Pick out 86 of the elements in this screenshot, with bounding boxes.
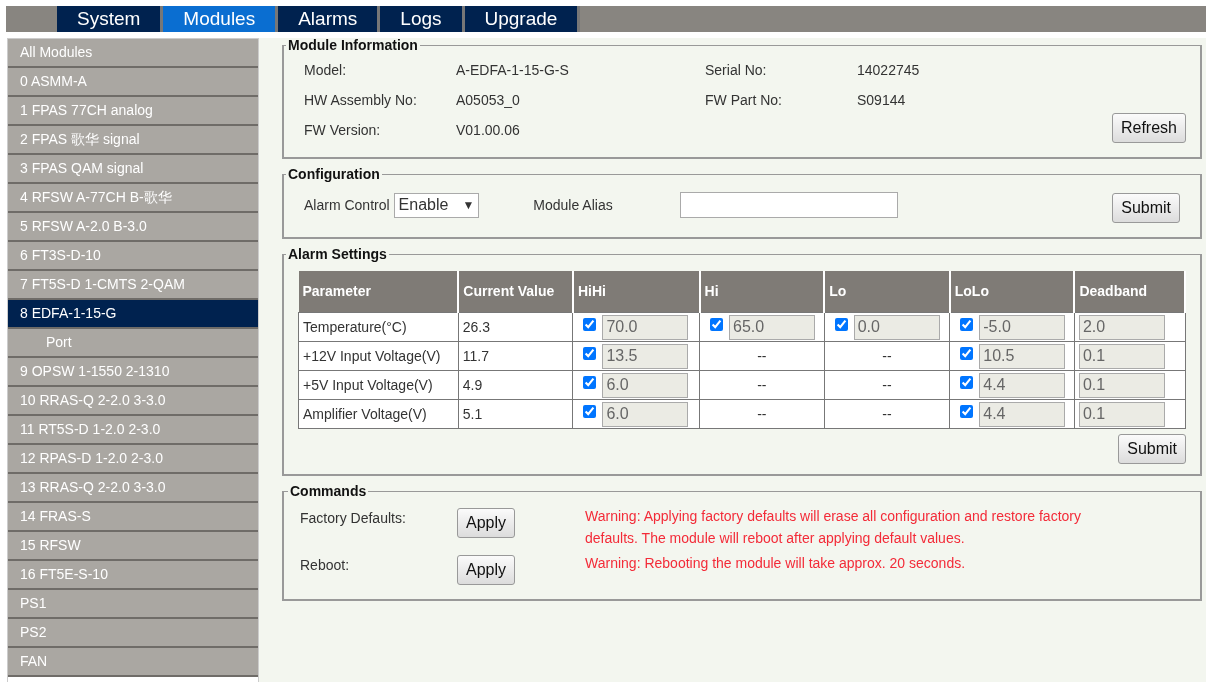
field-label: Factory Defaults:: [300, 509, 407, 528]
table-cell: 4.9: [458, 370, 573, 400]
warning-text: Warning: Applying factory defaults will erase all configuration and restore factory defaults. The module will reboot after applying default values.: [585, 507, 1082, 548]
section-title: Configuration: [287, 167, 381, 181]
table-cell: 11.7: [458, 341, 573, 371]
column-header: LoLo: [949, 271, 1075, 313]
nav-tab[interactable]: Modules: [163, 6, 279, 32]
sidebar-item[interactable]: 11 RT5S-D 1-2.0 2-3.0: [8, 416, 258, 445]
column-header: HiHi: [572, 271, 700, 313]
field-value: A05053_0: [456, 91, 521, 110]
apply-button[interactable]: Apply: [457, 508, 516, 538]
nav-tab[interactable]: Upgrade: [464, 6, 581, 32]
sidebar-item[interactable]: 15 RFSW: [8, 532, 258, 561]
sidebar-item[interactable]: All Modules: [8, 39, 258, 68]
sidebar-item[interactable]: 13 RRAS-Q 2-2.0 3-3.0: [8, 474, 258, 503]
nav-tab[interactable]: System: [57, 6, 164, 32]
table-cell: --: [699, 341, 825, 371]
sidebar-item[interactable]: 6 FT3S-D-10: [8, 242, 258, 271]
sidebar-item[interactable]: 4 RFSW A-77CH B-歌华: [8, 184, 258, 213]
checkbox[interactable]: [710, 317, 723, 331]
sidebar-item[interactable]: 1 FPAS 77CH analog: [8, 97, 258, 126]
field-label: Alarm Control: [304, 195, 390, 215]
sidebar-item[interactable]: 2 FPAS 歌华 signal: [8, 126, 258, 155]
alias-input[interactable]: [679, 192, 898, 218]
sidebar-item[interactable]: PS1: [8, 590, 258, 619]
sidebar-item[interactable]: 12 RPAS-D 1-2.0 2-3.0: [8, 445, 258, 474]
checkbox[interactable]: [834, 317, 848, 331]
field-value: 14022745: [857, 61, 921, 80]
table-cell: --: [699, 399, 825, 429]
submit-button[interactable]: Submit: [1112, 193, 1180, 223]
table-cell: --: [824, 370, 950, 400]
table-cell: 26.3: [458, 312, 573, 342]
checkbox[interactable]: [583, 375, 597, 389]
table-cell: Amplifier Voltage(V): [298, 399, 459, 429]
field-value: A-EDFA-1-15-G-S: [456, 61, 570, 80]
table-cell: 5.1: [458, 399, 573, 429]
table-cell: --: [699, 370, 825, 400]
sidebar-item[interactable]: PS2: [8, 619, 258, 648]
field-label: Model:: [304, 61, 348, 80]
sidebar-item[interactable]: 5 RFSW A-2.0 B-3.0: [8, 213, 258, 242]
field-label: HW Assembly No:: [304, 91, 418, 110]
warning-text: Warning: Rebooting the module will take approx. 20 seconds.: [585, 554, 967, 574]
sidebar-item[interactable]: 14 FRAS-S: [8, 503, 258, 532]
sidebar-item[interactable]: 8 EDFA-1-15-G: [8, 300, 258, 329]
field-value: S09144: [857, 91, 907, 110]
section-title: Alarm Settings: [287, 247, 388, 261]
column-header: Lo: [824, 271, 950, 313]
sidebar-item[interactable]: 3 FPAS QAM signal: [8, 155, 258, 184]
field-label: Reboot:: [300, 556, 351, 576]
nav-tab[interactable]: Logs: [380, 6, 465, 32]
field-label: Module Alias: [533, 195, 613, 215]
sidebar-item[interactable]: 7 FT5S-D 1-CMTS 2-QAM: [8, 271, 258, 300]
sidebar-item[interactable]: 10 RRAS-Q 2-2.0 3-3.0: [8, 387, 258, 416]
sidebar-item[interactable]: 9 OPSW 1-1550 2-1310: [8, 358, 258, 387]
checkbox[interactable]: [583, 404, 597, 418]
checkbox[interactable]: [960, 317, 974, 331]
sidebar-item[interactable]: 0 ASMM-A: [8, 68, 258, 97]
alarm-control-dropdown[interactable]: Enable ▼: [393, 192, 480, 218]
section-title: Commands: [289, 484, 368, 498]
nav-tab[interactable]: Alarms: [278, 6, 381, 32]
column-header: Hi: [699, 271, 825, 313]
submit-button[interactable]: Submit: [1118, 434, 1186, 464]
table-cell: --: [824, 341, 950, 371]
checkbox[interactable]: [583, 346, 597, 360]
column-header: Current Value: [458, 271, 573, 313]
field-label: Serial No:: [705, 61, 768, 80]
dropdown-arrow-icon: ▼: [462, 196, 475, 214]
column-header: Parameter: [298, 271, 459, 313]
column-header: Deadband: [1074, 271, 1185, 313]
table-cell: --: [824, 399, 950, 429]
table-cell: +12V Input Voltage(V): [298, 341, 459, 371]
sidebar-item[interactable]: FAN: [8, 648, 258, 677]
table-cell: Temperature(°C): [298, 312, 459, 342]
field-value: V01.00.06: [456, 121, 521, 140]
field-label: FW Version:: [304, 121, 382, 140]
section-title: Module Information: [287, 38, 419, 52]
sidebar-subitem[interactable]: Port: [8, 329, 258, 358]
checkbox[interactable]: [960, 346, 974, 360]
checkbox[interactable]: [583, 317, 597, 331]
sidebar-item[interactable]: 16 FT5E-S-10: [8, 561, 258, 590]
checkbox[interactable]: [960, 404, 974, 418]
refresh-button[interactable]: Refresh: [1111, 113, 1186, 143]
field-label: FW Part No:: [705, 91, 783, 110]
apply-button[interactable]: Apply: [457, 555, 516, 586]
table-cell: +5V Input Voltage(V): [298, 370, 459, 400]
checkbox[interactable]: [960, 375, 974, 389]
